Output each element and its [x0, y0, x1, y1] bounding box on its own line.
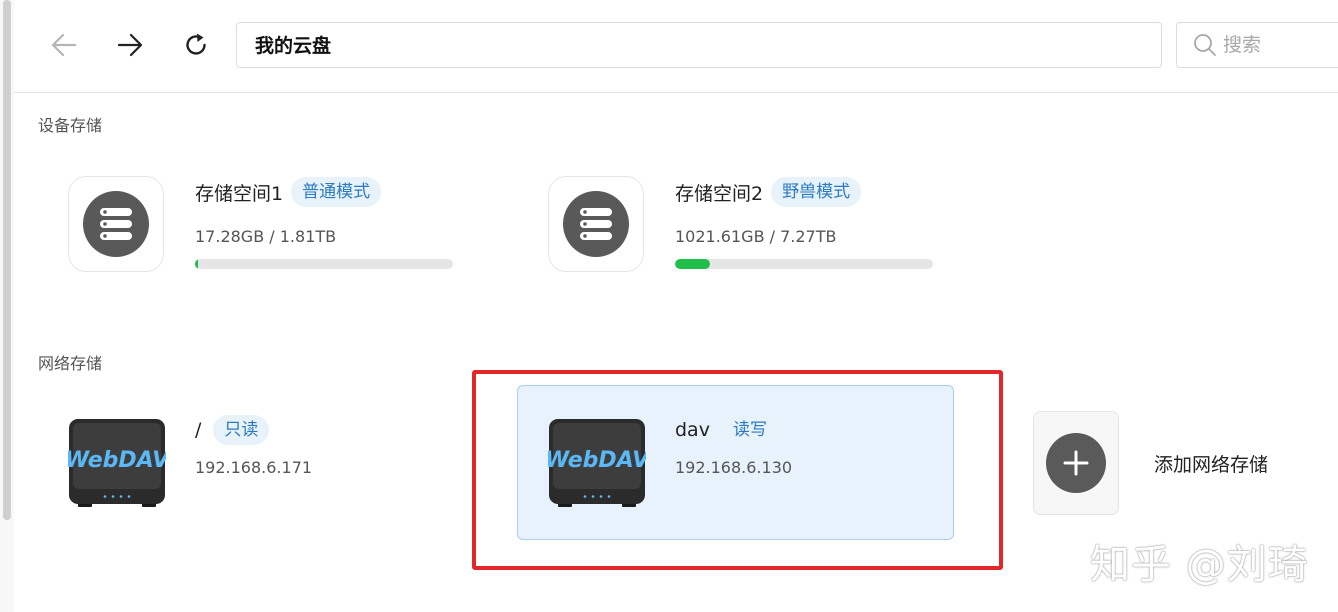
section-title-network-storage: 网络存储 [38, 354, 103, 373]
webdav-device-icon: WebDAV [65, 419, 171, 507]
storage-progress-fill [195, 259, 199, 269]
webdav-device-icon: WebDAV [545, 419, 651, 507]
storage-progress-fill [675, 259, 711, 269]
refresh-button[interactable] [176, 25, 216, 65]
storage-mode-badge: 野兽模式 [771, 177, 862, 207]
storage-title: 存储空间1 [195, 182, 284, 205]
search-icon [1194, 34, 1216, 56]
storage-title: 存储空间2 [675, 182, 764, 205]
network-storage-title: / [195, 419, 202, 441]
server-disk-icon [83, 191, 149, 257]
arrow-right-icon [117, 33, 143, 57]
add-network-storage-label[interactable]: 添加网络存储 [1154, 450, 1268, 477]
webdav-logo-text: WebDAV [68, 448, 166, 473]
network-storage-card-1[interactable]: WebDAV [65, 418, 171, 512]
forward-button[interactable] [110, 25, 150, 65]
storage-usage-2: 1021.61GB / 7.27TB [675, 227, 837, 246]
storage-progress-bar-2 [675, 259, 933, 269]
path-bar[interactable]: 我的云盘 [236, 22, 1162, 68]
access-badge: 只读 [213, 415, 270, 445]
storage-name-2: 存储空间2 野兽模式 [675, 177, 862, 207]
network-storage-name-2: dav 读写 [675, 415, 778, 445]
network-storage-card-2[interactable]: WebDAV [545, 418, 651, 512]
add-network-storage-button[interactable] [1033, 411, 1119, 515]
network-storage-title: dav [675, 419, 710, 441]
back-button[interactable] [44, 25, 84, 65]
storage-usage-1: 17.28GB / 1.81TB [195, 227, 337, 246]
scrollbar-thumb[interactable] [3, 0, 11, 520]
storage-name-1: 存储空间1 普通模式 [195, 177, 382, 207]
network-storage-ip-2: 192.168.6.130 [675, 458, 793, 477]
section-title-device-storage: 设备存储 [38, 116, 103, 135]
storage-card-2[interactable] [548, 176, 644, 272]
arrow-left-icon [51, 33, 77, 57]
webdav-logo-text: WebDAV [548, 448, 646, 473]
storage-progress-bar-1 [195, 259, 453, 269]
search-input[interactable] [1221, 33, 1338, 57]
watermark: 知乎 @刘琦 [1090, 542, 1309, 588]
network-storage-ip-1: 192.168.6.171 [195, 458, 313, 477]
server-disk-icon [563, 191, 629, 257]
network-storage-name-1: / 只读 [195, 415, 270, 445]
plus-icon [1063, 450, 1089, 476]
refresh-icon [186, 33, 206, 55]
search-box[interactable] [1176, 22, 1338, 68]
storage-mode-badge: 普通模式 [291, 177, 382, 207]
access-badge: 读写 [721, 415, 778, 445]
storage-card-1[interactable] [68, 176, 164, 272]
